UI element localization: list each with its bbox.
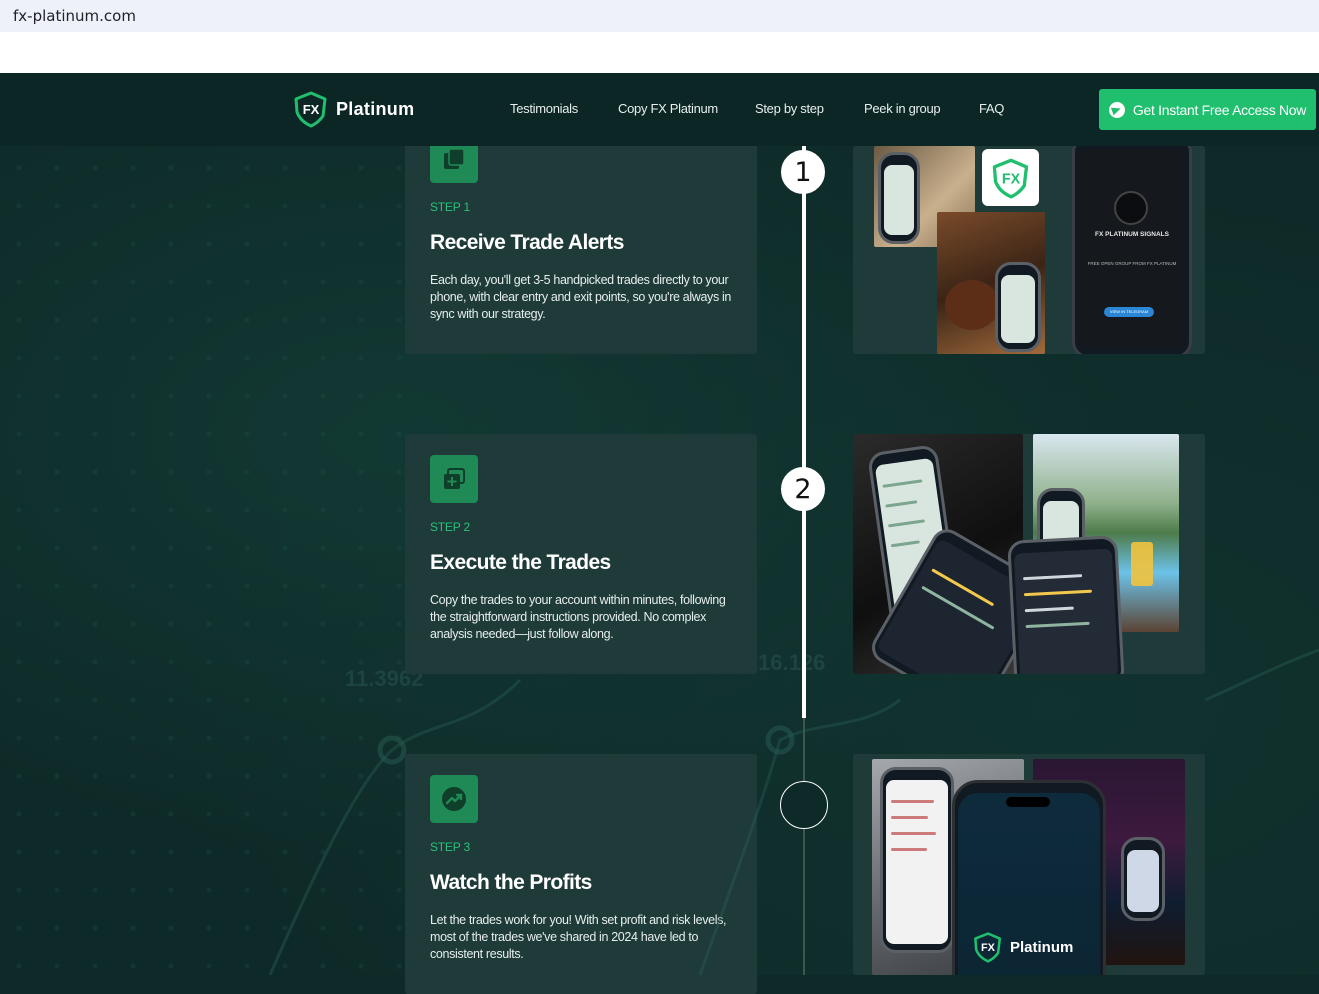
phone-mockup: [995, 262, 1041, 352]
get-free-access-button[interactable]: Get Instant Free Access Now: [1099, 89, 1316, 130]
step-1-card: STEP 1 Receive Trade Alerts Each day, yo…: [405, 126, 757, 354]
svg-text:FX: FX: [1001, 171, 1020, 187]
nav-link-step-by-step[interactable]: Step by step: [755, 101, 824, 116]
cta-label: Get Instant Free Access Now: [1132, 101, 1307, 118]
nav-link-copy-fx-platinum[interactable]: Copy FX Platinum: [618, 101, 718, 116]
step-1-label: STEP 1: [430, 200, 470, 214]
timeline-line-remaining: [803, 718, 805, 975]
phone-telegram-channel: FX PLATINUM SIGNALS FREE OPEN GROUP FROM…: [1072, 146, 1192, 354]
nav-link-peek-in-group[interactable]: Peek in group: [864, 101, 941, 116]
telegram-icon: [1108, 101, 1125, 118]
step-1-description: Each day, you'll get 3-5 handpicked trad…: [430, 273, 732, 321]
svg-text:FX: FX: [303, 102, 320, 117]
site-logo[interactable]: FX Platinum: [292, 90, 414, 128]
view-in-telegram-button: VIEW IN TELEGRAM: [1104, 307, 1154, 317]
step-1-image-panel: FX FX PLATINUM SIGNALS FREE OPEN GROUP F…: [853, 146, 1205, 354]
step-1-title: Receive Trade Alerts: [430, 231, 624, 254]
channel-subtitle: FREE OPEN GROUP FROM FX PLATINUM: [1087, 261, 1177, 266]
background-chart-lines: [268, 648, 1319, 975]
logo-text: Platinum: [336, 98, 415, 119]
timeline-marker-3: [780, 781, 828, 829]
fx-app-icon-tile: FX: [982, 149, 1039, 206]
phone-mockup: [878, 152, 920, 244]
top-navigation: FX Platinum Testimonials Copy FX Platinu…: [0, 73, 1319, 146]
timeline-marker-2: 2: [781, 467, 825, 511]
nav-link-faq[interactable]: FAQ: [979, 101, 1004, 116]
timeline-line-progress: [802, 146, 806, 718]
browser-address-bar[interactable]: fx-platinum.com: [0, 0, 1319, 32]
step-2-label: STEP 2: [430, 520, 470, 534]
browser-toolbar-strip: [0, 32, 1319, 73]
execute-icon-box: [430, 455, 478, 503]
channel-title: FX PLATINUM SIGNALS: [1095, 231, 1169, 238]
fx-logo-icon: FX: [992, 158, 1028, 198]
fx-logo-icon: FX: [294, 91, 327, 128]
add-trade-icon: [444, 468, 465, 489]
url-text[interactable]: fx-platinum.com: [13, 7, 136, 25]
nav-link-testimonials[interactable]: Testimonials: [510, 101, 578, 116]
photo-steak-dinner: [937, 212, 1045, 354]
copy-icon: [444, 148, 465, 169]
timeline-marker-1: 1: [781, 150, 825, 194]
